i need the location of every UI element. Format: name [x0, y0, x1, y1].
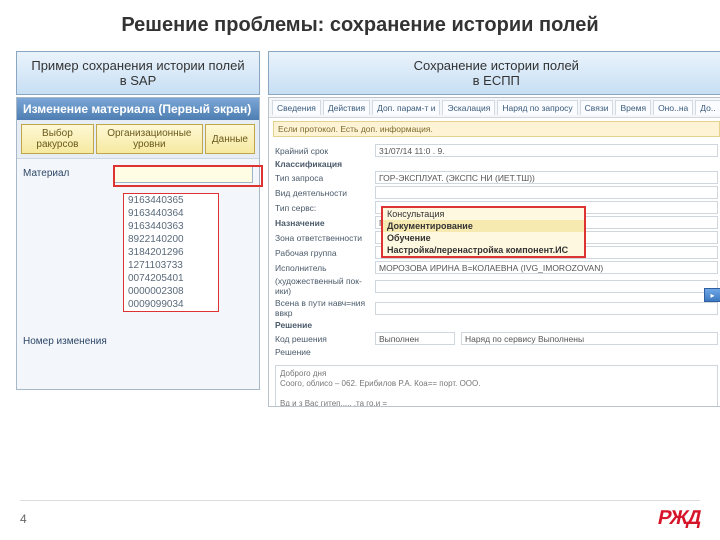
- list-item[interactable]: 1271103733: [124, 259, 218, 272]
- lbl-assignment: Назначение: [275, 218, 375, 228]
- espp-history-dropdown[interactable]: Консультация Документирование Обучение Н…: [381, 206, 586, 258]
- list-item[interactable]: Настройка/перенастройка компонент.ИС: [383, 244, 584, 256]
- lbl-solution-code: Код решения: [275, 334, 375, 344]
- list-item[interactable]: 9163440363: [124, 220, 218, 233]
- tab[interactable]: Связи: [580, 100, 614, 115]
- lbl-classification: Классификация: [275, 159, 375, 169]
- sap-toolbar: Выбор ракурсов Организационные уровни Да…: [17, 120, 259, 159]
- sap-btn-data[interactable]: Данные: [205, 124, 255, 154]
- tab[interactable]: Наряд по запросу: [497, 100, 577, 115]
- tab[interactable]: Сведения: [272, 100, 321, 115]
- lbl-solution2: Решение: [275, 347, 375, 357]
- list-item[interactable]: 3184201296: [124, 246, 218, 259]
- val-artist[interactable]: [375, 280, 718, 293]
- lbl-activity: Вид деятельности: [275, 188, 375, 198]
- lbl-transit: Всена в пути навч=ния ввкр: [275, 298, 375, 318]
- tab[interactable]: Оно..на: [653, 100, 693, 115]
- list-item[interactable]: 8922140200: [124, 233, 218, 246]
- val-executor[interactable]: МОРОЗОВА ИРИНА В=КОЛАЕВНА (IVG_IMOROZOVA…: [375, 261, 718, 274]
- val-order-done[interactable]: Наряд по сервису Выполнены: [461, 332, 718, 345]
- lbl-artist: (художественный пок-ики): [275, 276, 375, 296]
- right-col-header: Сохранение истории полей в ЕСПП: [268, 51, 720, 95]
- val-deadline[interactable]: 31/07/14 11:0 . 9.: [375, 144, 718, 157]
- tab[interactable]: До..: [695, 100, 720, 115]
- scroll-right-button[interactable]: ▸: [704, 288, 720, 302]
- right-column: Сохранение истории полей в ЕСПП Сведения…: [268, 51, 720, 407]
- list-item[interactable]: 9163440365: [124, 194, 218, 207]
- slide-title: Решение проблемы: сохранение истории пол…: [16, 8, 704, 51]
- sap-btn-org-levels[interactable]: Организационные уровни: [96, 124, 203, 154]
- sap-label-material: Материал: [23, 165, 113, 179]
- list-item[interactable]: 0000002308: [124, 285, 218, 298]
- lbl-deadline: Крайний срок: [275, 146, 375, 156]
- val-activity[interactable]: [375, 186, 718, 199]
- espp-solution-text[interactable]: Доброго дня Соого, облисо – 062. Ерибило…: [275, 365, 718, 407]
- footer: 4 РЖД: [20, 500, 700, 530]
- tab[interactable]: Действия: [323, 100, 370, 115]
- espp-info-banner: Если протокол. Есть доп. информация.: [273, 121, 720, 137]
- lbl-req-type: Тип запроса: [275, 173, 375, 183]
- sap-window: Изменение материала (Первый экран) Выбор…: [16, 97, 260, 390]
- lbl-solution: Решение: [275, 320, 375, 330]
- page-number: 4: [20, 512, 27, 526]
- list-item[interactable]: 0009099034: [124, 298, 218, 311]
- rzd-logo: РЖД: [655, 507, 702, 530]
- lbl-executor: Исполнитель: [275, 263, 375, 273]
- espp-window: Сведения Действия Доп. парам-т и Эскалац…: [268, 97, 720, 407]
- lbl-service-type: Тип сервс:: [275, 203, 375, 213]
- sap-label-change-no: Номер изменения: [23, 333, 113, 347]
- val-transit[interactable]: [375, 302, 718, 315]
- lbl-responsibility: Зона ответственности: [275, 233, 375, 243]
- left-col-header: Пример сохранения истории полей в SAP: [16, 51, 260, 95]
- sap-window-title: Изменение материала (Первый экран): [17, 98, 259, 120]
- val-solution-code[interactable]: Выполнен: [375, 332, 455, 345]
- list-item[interactable]: Документирование: [383, 220, 584, 232]
- val-req-type[interactable]: ГОР-ЭКСПЛУАТ. (ЭКСПС НИ (ИЕТ.ТШ)): [375, 171, 718, 184]
- list-item[interactable]: 0074205401: [124, 272, 218, 285]
- tab[interactable]: Доп. парам-т и: [372, 100, 440, 115]
- list-item[interactable]: Обучение: [383, 232, 584, 244]
- lbl-workgroup: Рабочая группа: [275, 248, 375, 258]
- sap-btn-views[interactable]: Выбор ракурсов: [21, 124, 94, 154]
- left-column: Пример сохранения истории полей в SAP Из…: [16, 51, 260, 407]
- sap-history-listbox[interactable]: 9163440365 9163440364 9163440363 8922140…: [123, 193, 219, 312]
- sap-input-material[interactable]: [113, 165, 253, 183]
- tab[interactable]: Эскалация: [442, 100, 495, 115]
- list-item[interactable]: Консультация: [383, 208, 584, 220]
- list-item[interactable]: 9163440364: [124, 207, 218, 220]
- espp-tabs: Сведения Действия Доп. парам-т и Эскалац…: [269, 98, 720, 118]
- tab[interactable]: Время: [615, 100, 651, 115]
